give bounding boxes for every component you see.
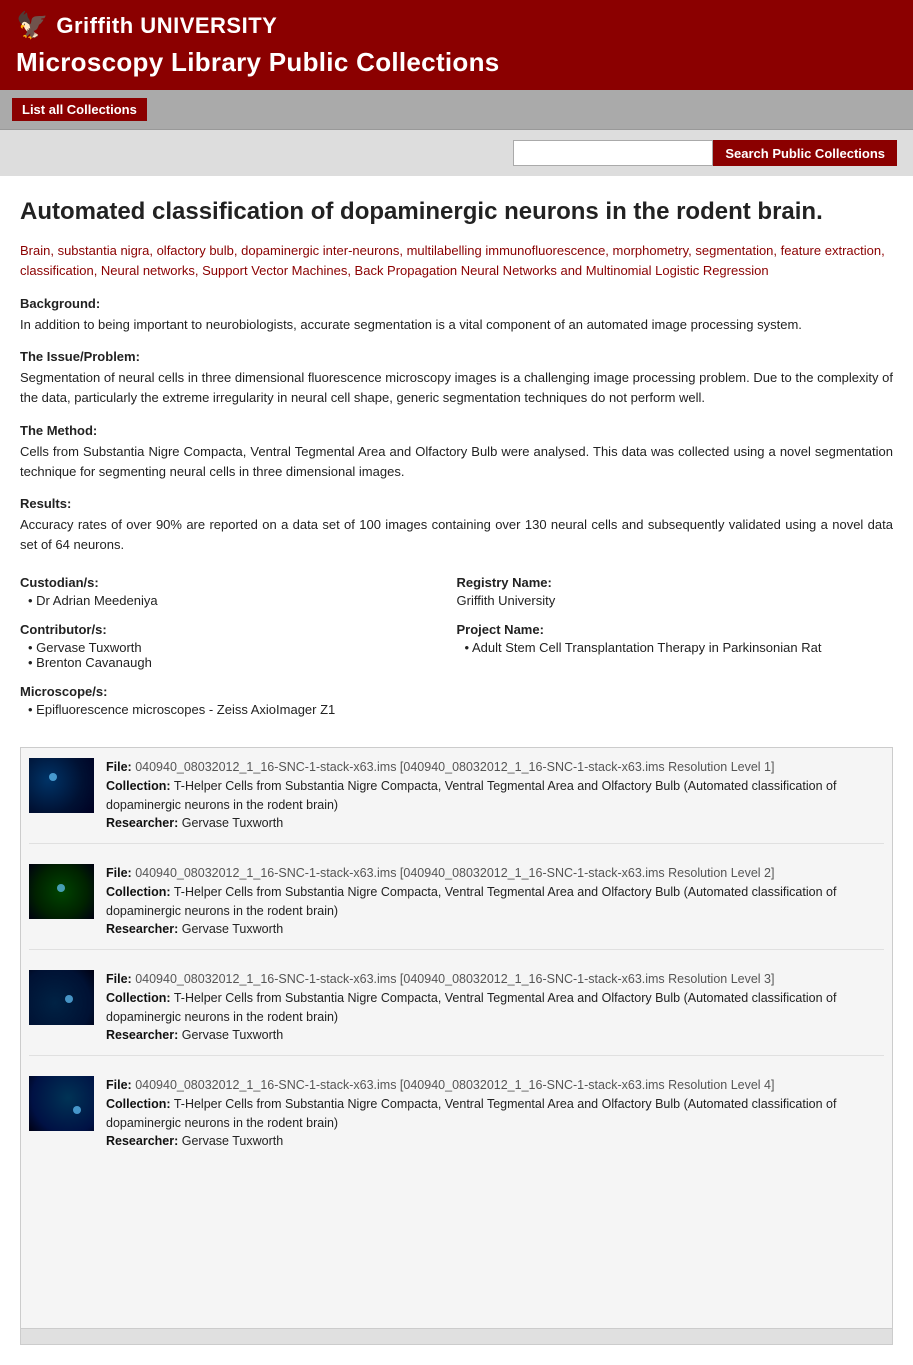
section-background: Background: In addition to being importa… — [20, 296, 893, 335]
contributor-value-1: • Gervase Tuxworth — [20, 640, 457, 655]
file-info: File: 040940_08032012_1_16-SNC-1-stack-x… — [106, 1076, 884, 1151]
keywords: Brain, substantia nigra, olfactory bulb,… — [20, 241, 893, 280]
custodian-value: • Dr Adrian Meedeniya — [20, 593, 457, 608]
toolbar: List all Collections — [0, 90, 913, 130]
project-col: Project Name: • Adult Stem Cell Transpla… — [457, 622, 894, 670]
horizontal-scrollbar[interactable] — [21, 1328, 892, 1344]
file-researcher: Researcher: Gervase Tuxworth — [106, 920, 884, 939]
section-method-body: Cells from Substantia Nigre Compacta, Ve… — [20, 442, 893, 482]
section-issue-body: Segmentation of neural cells in three di… — [20, 368, 893, 408]
file-name: File: 040940_08032012_1_16-SNC-1-stack-x… — [106, 866, 774, 880]
griffith-logo-icon: 🦅 — [16, 10, 48, 41]
section-background-body: In addition to being important to neurob… — [20, 315, 893, 335]
section-issue: The Issue/Problem: Segmentation of neura… — [20, 349, 893, 408]
file-item: File: 040940_08032012_1_16-SNC-1-stack-x… — [29, 1076, 884, 1161]
section-results: Results: Accuracy rates of over 90% are … — [20, 496, 893, 555]
search-bar: Search Public Collections — [0, 130, 913, 176]
custodian-label: Custodian/s: — [20, 575, 457, 590]
logo-text: Griffith UNIVERSITY — [56, 13, 277, 39]
header: 🦅 Griffith UNIVERSITY Microscopy Library… — [0, 0, 913, 90]
project-value: • Adult Stem Cell Transplantation Therap… — [457, 640, 894, 655]
registry-label: Registry Name: — [457, 575, 894, 590]
metadata: Custodian/s: • Dr Adrian Meedeniya Regis… — [20, 575, 893, 731]
file-name: File: 040940_08032012_1_16-SNC-1-stack-x… — [106, 1078, 774, 1092]
section-results-body: Accuracy rates of over 90% are reported … — [20, 515, 893, 555]
section-issue-title: The Issue/Problem: — [20, 349, 893, 364]
file-researcher: Researcher: Gervase Tuxworth — [106, 1026, 884, 1045]
section-results-title: Results: — [20, 496, 893, 511]
registry-value: Griffith University — [457, 593, 894, 608]
main-content: Automated classification of dopaminergic… — [0, 176, 913, 1365]
list-collections-button[interactable]: List all Collections — [12, 98, 147, 121]
contributor-col: Contributor/s: • Gervase Tuxworth • Bren… — [20, 622, 457, 670]
file-thumbnail — [29, 864, 94, 919]
files-panel: File: 040940_08032012_1_16-SNC-1-stack-x… — [20, 747, 893, 1345]
file-researcher: Researcher: Gervase Tuxworth — [106, 1132, 884, 1151]
search-button[interactable]: Search Public Collections — [713, 140, 897, 166]
file-info: File: 040940_08032012_1_16-SNC-1-stack-x… — [106, 970, 884, 1045]
file-thumbnail — [29, 758, 94, 813]
section-method-title: The Method: — [20, 423, 893, 438]
microscope-value: • Epifluorescence microscopes - Zeiss Ax… — [20, 702, 457, 717]
file-info: File: 040940_08032012_1_16-SNC-1-stack-x… — [106, 864, 884, 939]
file-collection: Collection: T-Helper Cells from Substant… — [106, 883, 884, 921]
file-collection: Collection: T-Helper Cells from Substant… — [106, 989, 884, 1027]
microscope-label: Microscope/s: — [20, 684, 457, 699]
article-title: Automated classification of dopaminergic… — [20, 196, 893, 227]
project-label: Project Name: — [457, 622, 894, 637]
search-input[interactable] — [513, 140, 713, 166]
contributor-label: Contributor/s: — [20, 622, 457, 637]
file-researcher: Researcher: Gervase Tuxworth — [106, 814, 884, 833]
file-thumbnail — [29, 1076, 94, 1131]
file-collection: Collection: T-Helper Cells from Substant… — [106, 1095, 884, 1133]
section-background-title: Background: — [20, 296, 893, 311]
custodian-col: Custodian/s: • Dr Adrian Meedeniya — [20, 575, 457, 608]
file-item: File: 040940_08032012_1_16-SNC-1-stack-x… — [29, 864, 884, 950]
registry-col: Registry Name: Griffith University — [457, 575, 894, 608]
file-thumbnail — [29, 970, 94, 1025]
logo-area: 🦅 Griffith UNIVERSITY — [16, 10, 897, 41]
contributor-value-2: • Brenton Cavanaugh — [20, 655, 457, 670]
file-name: File: 040940_08032012_1_16-SNC-1-stack-x… — [106, 760, 774, 774]
file-name: File: 040940_08032012_1_16-SNC-1-stack-x… — [106, 972, 774, 986]
file-info: File: 040940_08032012_1_16-SNC-1-stack-x… — [106, 758, 884, 833]
files-scroll[interactable]: File: 040940_08032012_1_16-SNC-1-stack-x… — [21, 748, 892, 1328]
site-title: Microscopy Library Public Collections — [16, 47, 897, 78]
file-item: File: 040940_08032012_1_16-SNC-1-stack-x… — [29, 970, 884, 1056]
section-method: The Method: Cells from Substantia Nigre … — [20, 423, 893, 482]
microscope-col: Microscope/s: • Epifluorescence microsco… — [20, 684, 457, 717]
file-item: File: 040940_08032012_1_16-SNC-1-stack-x… — [29, 758, 884, 844]
file-collection: Collection: T-Helper Cells from Substant… — [106, 777, 884, 815]
